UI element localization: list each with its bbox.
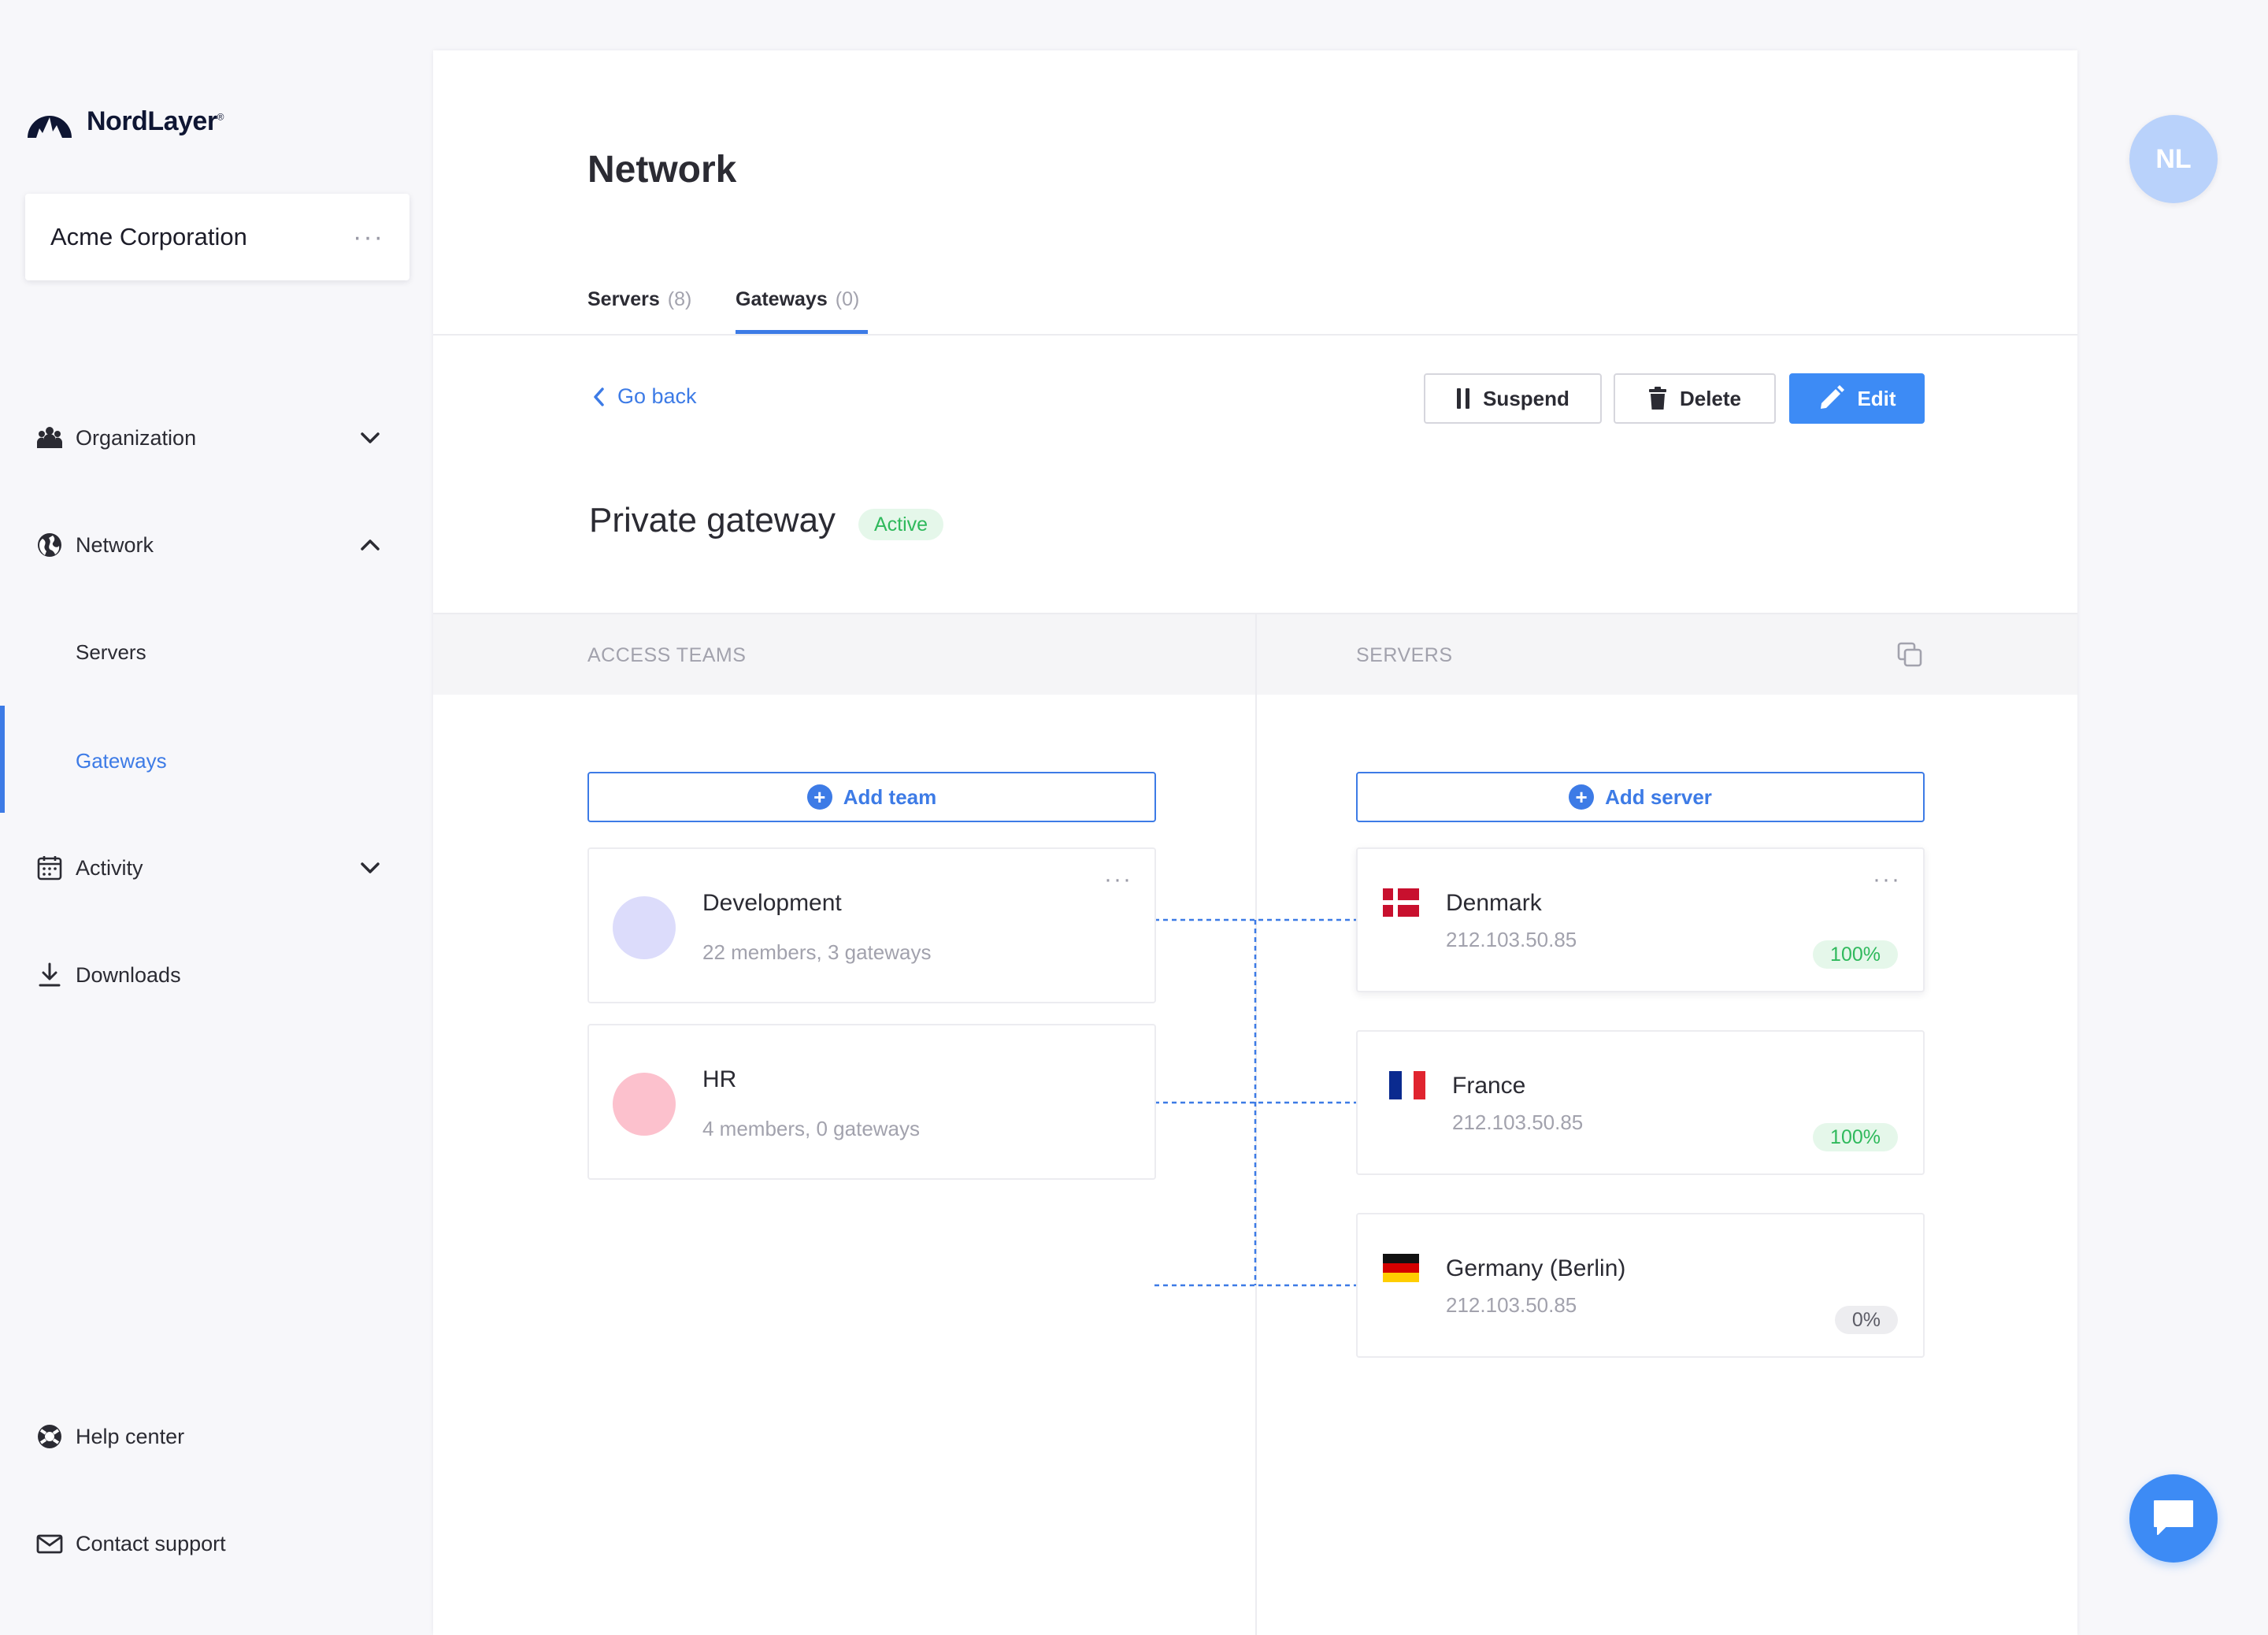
suspend-label: Suspend: [1483, 386, 1569, 410]
server-card-denmark[interactable]: Denmark 212.103.50.85 ··· 100%: [1356, 847, 1925, 992]
brand-name: NordLayer: [87, 106, 217, 136]
download-icon: [36, 962, 63, 988]
sidebar-item-organization[interactable]: Organization: [36, 414, 383, 462]
team-name: Development: [702, 890, 842, 916]
trademark: ®: [217, 111, 224, 123]
status-badge: Active: [858, 509, 944, 540]
go-back-link[interactable]: Go back: [591, 384, 697, 409]
servers-heading: SERVERS: [1356, 644, 1453, 666]
server-ip: 212.103.50.85: [1446, 1293, 1577, 1317]
organization-switcher[interactable]: Acme Corporation ···: [25, 194, 410, 280]
tab-label: Servers: [587, 288, 660, 310]
mail-icon: [36, 1530, 63, 1557]
server-name: France: [1452, 1073, 1526, 1099]
gateway-name: Private gateway: [589, 501, 836, 539]
more-dots-icon[interactable]: ···: [353, 224, 384, 250]
sidebar-item-network[interactable]: Network: [36, 521, 383, 569]
team-icon: [36, 425, 63, 451]
delete-label: Delete: [1679, 386, 1742, 410]
server-load-badge: 100%: [1813, 940, 1898, 969]
add-server-button[interactable]: + Add server: [1356, 772, 1925, 822]
sidebar-item-label: Network: [76, 532, 154, 557]
denmark-flag-icon: [1383, 888, 1419, 917]
pause-icon: [1457, 388, 1470, 409]
pencil-icon: [1821, 385, 1845, 409]
more-dots-icon[interactable]: ···: [1104, 866, 1132, 893]
server-name: Germany (Berlin): [1446, 1255, 1626, 1281]
sidebar-item-contact-support[interactable]: Contact support: [36, 1520, 383, 1567]
sidebar-item-label: Organization: [76, 425, 197, 450]
sidebar-item-gateways[interactable]: Gateways: [76, 737, 167, 784]
page-title: Network: [587, 149, 737, 191]
sidebar-item-activity[interactable]: Activity: [36, 844, 383, 892]
tab-count: (8): [667, 288, 692, 310]
server-card-germany-berlin[interactable]: Germany (Berlin) 212.103.50.85 0%: [1356, 1213, 1925, 1358]
team-avatar: [613, 896, 676, 959]
plus-icon: +: [806, 784, 832, 810]
organization-name: Acme Corporation: [50, 223, 247, 250]
chevron-down-icon: [361, 862, 380, 873]
tab-divider: [433, 334, 2077, 336]
team-meta: 4 members, 0 gateways: [702, 1117, 921, 1140]
edit-button[interactable]: Edit: [1789, 373, 1925, 424]
active-indicator: [0, 706, 5, 813]
nordlayer-mountain-icon: [28, 116, 72, 138]
server-ip: 212.103.50.85: [1452, 1110, 1584, 1134]
add-server-label: Add server: [1605, 784, 1712, 809]
team-name: HR: [702, 1066, 737, 1092]
go-back-label: Go back: [617, 384, 697, 408]
sidebar-item-servers[interactable]: Servers: [76, 628, 146, 676]
add-team-label: Add team: [843, 784, 937, 809]
more-dots-icon[interactable]: ···: [1873, 866, 1901, 893]
logo: NordLayer®: [25, 99, 224, 143]
sidebar-item-label: Downloads: [76, 962, 181, 987]
tab-count: (0): [835, 288, 860, 310]
germany-flag-icon: [1383, 1254, 1419, 1282]
team-avatar: [613, 1073, 676, 1136]
tab-gateways[interactable]: Gateways (0): [736, 288, 859, 311]
sidebar-item-downloads[interactable]: Downloads: [36, 951, 383, 999]
server-load-badge: 100%: [1813, 1123, 1898, 1151]
sidebar-item-label: Contact support: [76, 1531, 226, 1555]
edit-label: Edit: [1857, 386, 1896, 410]
chat-icon: [2154, 1500, 2193, 1535]
plus-icon: +: [1569, 784, 1595, 810]
add-team-button[interactable]: + Add team: [587, 772, 1156, 822]
chevron-left-icon: [594, 387, 604, 406]
suspend-button[interactable]: Suspend: [1424, 373, 1602, 424]
connection-lines: [1154, 918, 1356, 1287]
team-meta: 22 members, 3 gateways: [702, 940, 932, 964]
chevron-up-icon: [361, 539, 380, 551]
tab-servers[interactable]: Servers (8): [587, 288, 691, 311]
lifebuoy-icon: [36, 1423, 63, 1450]
server-name: Denmark: [1446, 890, 1542, 916]
server-ip: 212.103.50.85: [1446, 928, 1577, 951]
server-load-badge: 0%: [1834, 1306, 1898, 1334]
sidebar-item-help-center[interactable]: Help center: [36, 1413, 383, 1460]
chat-button[interactable]: [2129, 1474, 2218, 1563]
chevron-down-icon: [361, 432, 380, 443]
team-card-development[interactable]: Development 22 members, 3 gateways ···: [587, 847, 1156, 1003]
team-card-hr[interactable]: HR 4 members, 0 gateways: [587, 1024, 1156, 1180]
access-teams-heading: ACCESS TEAMS: [587, 644, 747, 666]
copy-icon[interactable]: [1896, 641, 1923, 668]
trash-icon: [1648, 387, 1666, 410]
sidebar-item-label: Activity: [76, 855, 143, 880]
calendar-icon: [36, 855, 63, 881]
sidebar-item-label: Help center: [76, 1424, 185, 1448]
globe-icon: [36, 532, 63, 558]
france-flag-icon: [1389, 1071, 1425, 1099]
server-card-france[interactable]: France 212.103.50.85 100%: [1356, 1030, 1925, 1175]
user-avatar[interactable]: NL: [2129, 115, 2218, 203]
tab-label: Gateways: [736, 288, 828, 310]
delete-button[interactable]: Delete: [1614, 373, 1776, 424]
